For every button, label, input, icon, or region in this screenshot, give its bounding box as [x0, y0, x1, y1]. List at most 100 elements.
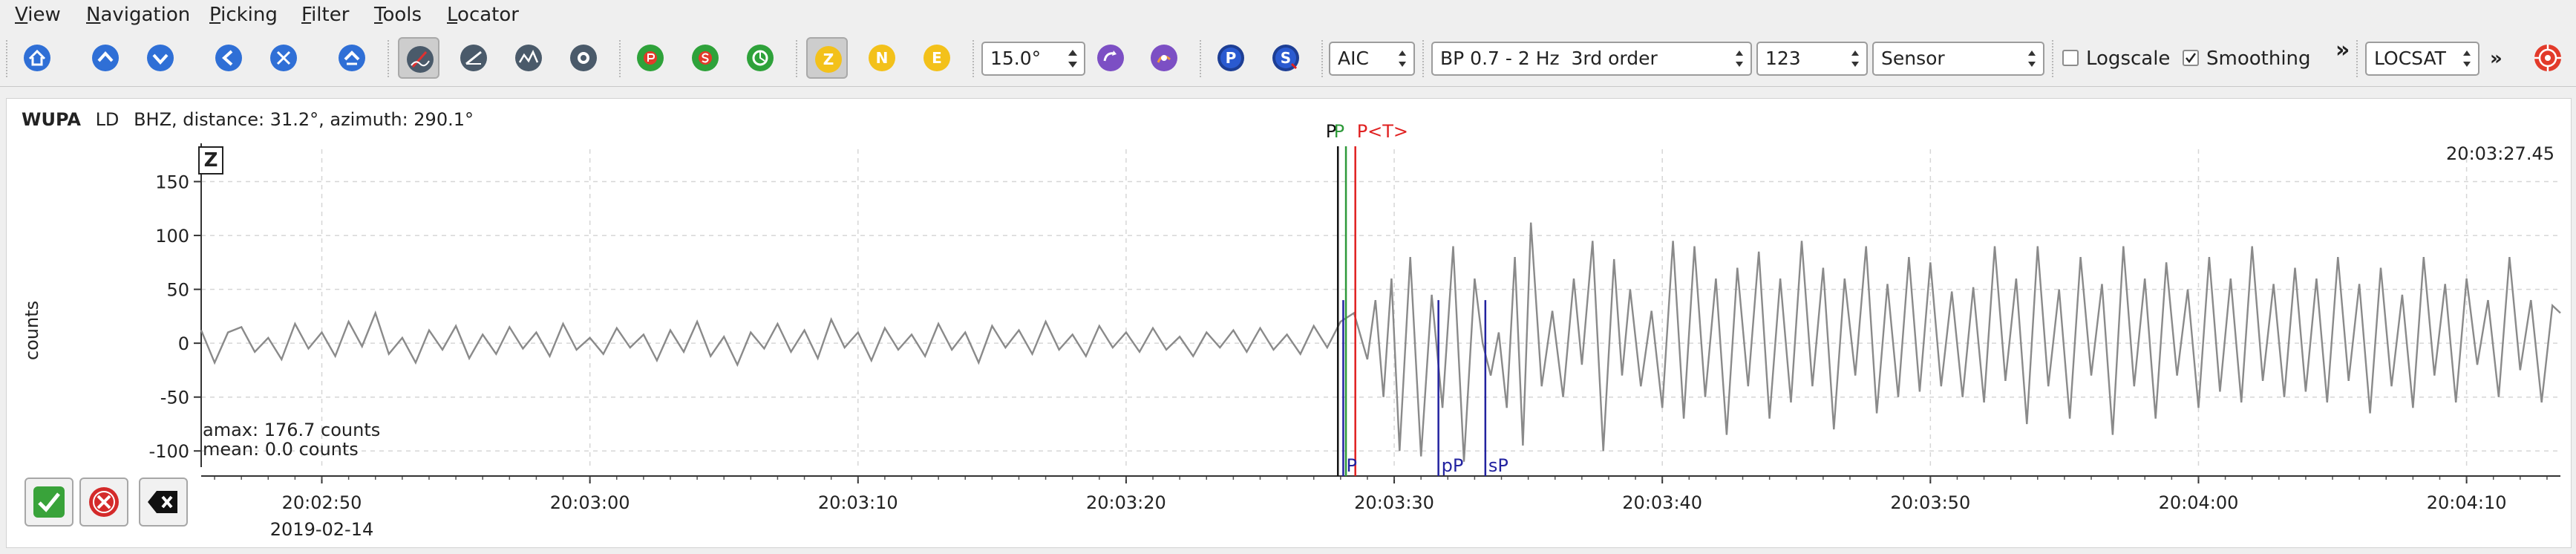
apply-s-icon [692, 45, 719, 71]
scroll-down-button[interactable] [140, 37, 181, 79]
phase-s-label: S [1281, 49, 1291, 67]
rotate-left-button[interactable] [1090, 37, 1131, 79]
record-icon [570, 45, 597, 71]
picker-select[interactable]: AIC [1329, 42, 1415, 76]
target-icon [2534, 45, 2561, 71]
x-tick-label: 20:03:40 [1622, 492, 1702, 513]
menu-navigation[interactable]: Navigation [83, 1, 193, 28]
grid-lines [201, 149, 2560, 467]
apply-p-button[interactable] [630, 37, 671, 79]
logscale-label: Logscale [2086, 48, 2171, 70]
pick-label: P [1334, 121, 1344, 142]
align-icon [460, 45, 487, 71]
pick-label: P [1346, 455, 1356, 476]
toolbar-more2-button[interactable]: » [2490, 48, 2503, 70]
x-tick-label: 20:02:50 [282, 492, 362, 513]
pick-marker[interactable]: P [1326, 121, 1339, 476]
counts-select[interactable]: 123 [1756, 42, 1868, 76]
y-tick-label: -50 [160, 388, 189, 408]
y-tick-label: 100 [155, 226, 189, 247]
menu-picking[interactable]: Picking [206, 1, 281, 28]
y-tick-label: -100 [149, 441, 189, 462]
y-tick-label: 50 [166, 280, 189, 301]
align-button[interactable] [453, 37, 494, 79]
component-n-label: N [876, 49, 889, 67]
combo-arrows-icon [1736, 50, 1743, 67]
phase-s-button[interactable]: S [1265, 37, 1307, 79]
checkmark-icon [2186, 53, 2197, 64]
menu-view[interactable]: View [12, 1, 64, 28]
apply-p-icon [637, 45, 664, 71]
smoothing-box[interactable] [2183, 50, 2199, 66]
locator-select[interactable]: LOCSAT [2365, 42, 2479, 76]
component-z-icon: Z [815, 46, 842, 73]
x-tick-label: 20:03:10 [818, 492, 898, 513]
filter-value: BP 0.7 - 2 Hz 3rd order [1440, 48, 1658, 69]
current-time-label: 20:03:27.45 [2446, 143, 2554, 164]
pick-mode-button[interactable] [398, 37, 439, 79]
toolbar-separator [2356, 40, 2359, 77]
reject-button[interactable] [79, 478, 128, 527]
picker-value: AIC [1338, 48, 1369, 69]
toolbar-separator [1321, 40, 1324, 77]
x-tick-label: 20:03:20 [1086, 492, 1166, 513]
menu-filter[interactable]: Filter [298, 1, 352, 28]
menu-locator[interactable]: Locator [444, 1, 522, 28]
spin-arrows-icon[interactable] [1066, 46, 1079, 71]
filter-select[interactable]: BP 0.7 - 2 Hz 3rd order [1431, 42, 1752, 76]
component-z-button[interactable]: Z [806, 37, 848, 79]
seismogram-plot[interactable]: 150 100 50 0 -50 -100 20:02:50 20:03:00 20:03:1… [7, 99, 2571, 547]
logscale-checkbox[interactable]: Logscale [2062, 42, 2196, 76]
pick-label: pP [1442, 455, 1464, 476]
y-tick-label: 0 [178, 333, 189, 354]
component-e-icon: E [923, 45, 950, 71]
close-icon [89, 487, 119, 517]
delete-button[interactable] [139, 478, 188, 527]
step-previous-button[interactable] [331, 37, 373, 79]
toolbar-more-button[interactable]: » [2335, 37, 2350, 63]
component-n-button[interactable]: N [861, 37, 903, 79]
combo-arrows-icon [1399, 50, 1406, 67]
component-z-label: Z [823, 50, 834, 68]
rotate-right-button[interactable] [1143, 37, 1185, 79]
rotation-value: 15.0° [990, 48, 1042, 69]
rotation-spinbox[interactable]: 15.0° [981, 42, 1085, 76]
rotate-left-icon [1097, 45, 1124, 71]
phase-p-button[interactable]: P [1210, 37, 1252, 79]
component-e-label: E [932, 49, 942, 67]
menu-bar: View Navigation Picking Filter Tools Loc… [0, 0, 2576, 30]
x-tick-label: 20:03:50 [1890, 492, 1970, 513]
toolbar-separator [1422, 40, 1425, 77]
phase-p-label: P [1226, 49, 1237, 67]
logscale-box[interactable] [2062, 50, 2079, 66]
toolbar: Z N E 15.0° P S AIC BP 0.7 - 2 Hz 3rd or… [0, 31, 2576, 87]
apply-s-button[interactable] [684, 37, 726, 79]
date-label: 2019-02-14 [270, 519, 373, 540]
scroll-up-button[interactable] [85, 37, 126, 79]
x-tick-label: 20:03:30 [1354, 492, 1434, 513]
waveform-trace[interactable] [200, 222, 2561, 462]
smoothing-checkbox[interactable]: Smoothing [2183, 42, 2324, 76]
locate-button[interactable] [2527, 37, 2569, 79]
zoom-trace-icon [515, 45, 542, 71]
component-n-icon: N [869, 45, 895, 71]
home-button[interactable] [16, 37, 58, 79]
accept-button[interactable] [24, 478, 73, 527]
record-button[interactable] [563, 37, 604, 79]
menu-tools[interactable]: Tools [371, 1, 425, 28]
pick-mode-icon [407, 46, 434, 73]
component-e-button[interactable]: E [916, 37, 958, 79]
toolbar-grip [6, 40, 9, 77]
zoom-trace-button[interactable] [508, 37, 549, 79]
phase-picks[interactable]: PP P<T>P pP sP [1326, 121, 1508, 476]
trace-panel: WUPA LD BHZ, distance: 31.2°, azimuth: 2… [6, 98, 2572, 548]
rotate-right-icon [1151, 45, 1177, 71]
apply-all-button[interactable] [739, 37, 781, 79]
step-left-button[interactable] [208, 37, 249, 79]
unit-select[interactable]: Sensor [1872, 42, 2044, 76]
x-axis: 20:02:50 20:03:00 20:03:10 20:03:20 20:03:30… [201, 475, 2560, 513]
toolbar-separator [2052, 40, 2055, 77]
step-right-button[interactable] [263, 37, 304, 79]
mean-label: mean: 0.0 counts [203, 439, 359, 460]
toolbar-separator [1200, 40, 1203, 77]
